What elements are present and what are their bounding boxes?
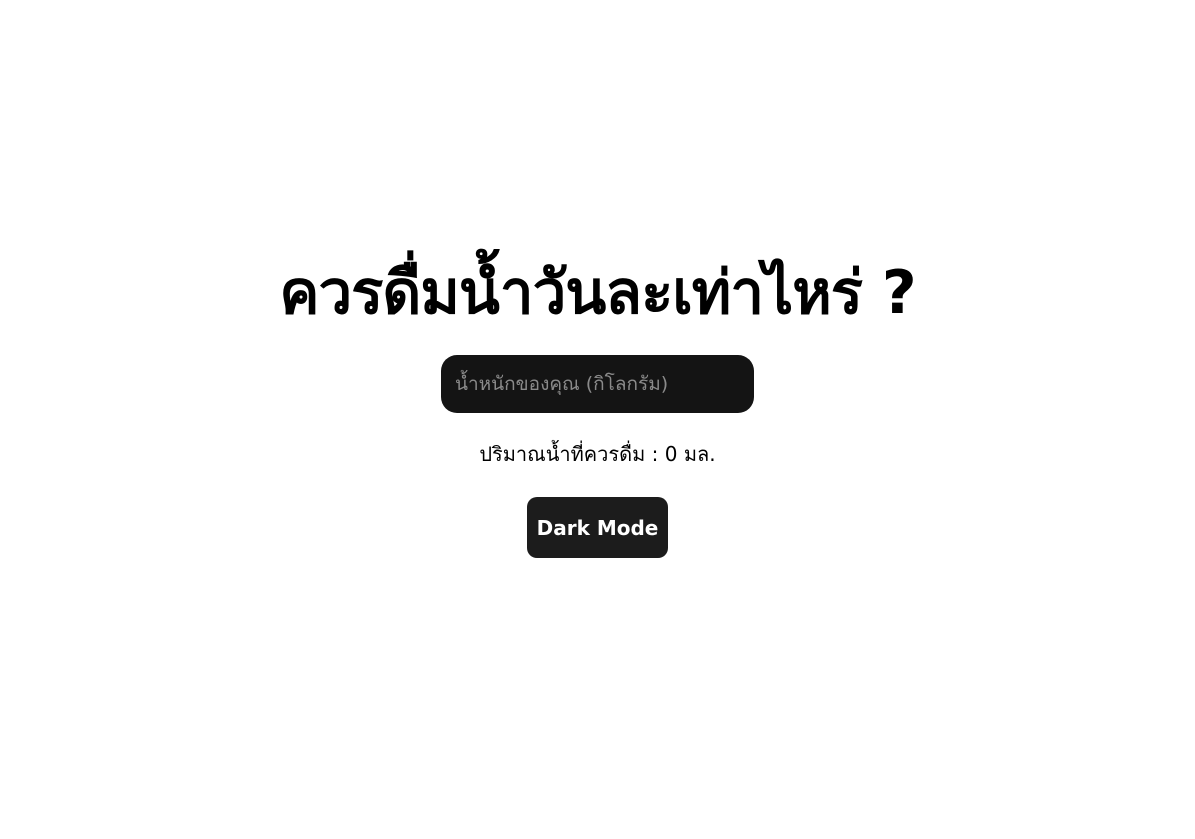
water-amount-result: ปริมาณน้ำที่ควรดื่ม : 0 มล. — [479, 442, 716, 466]
dark-mode-button[interactable]: Dark Mode — [527, 497, 668, 558]
page-title: ควรดื่มน้ำวันละเท่าไหร่ ? — [279, 258, 916, 328]
water-calculator-page: ควรดื่มน้ำวันละเท่าไหร่ ? ปริมาณน้ำที่คว… — [0, 0, 1195, 839]
weight-input[interactable] — [441, 355, 754, 413]
